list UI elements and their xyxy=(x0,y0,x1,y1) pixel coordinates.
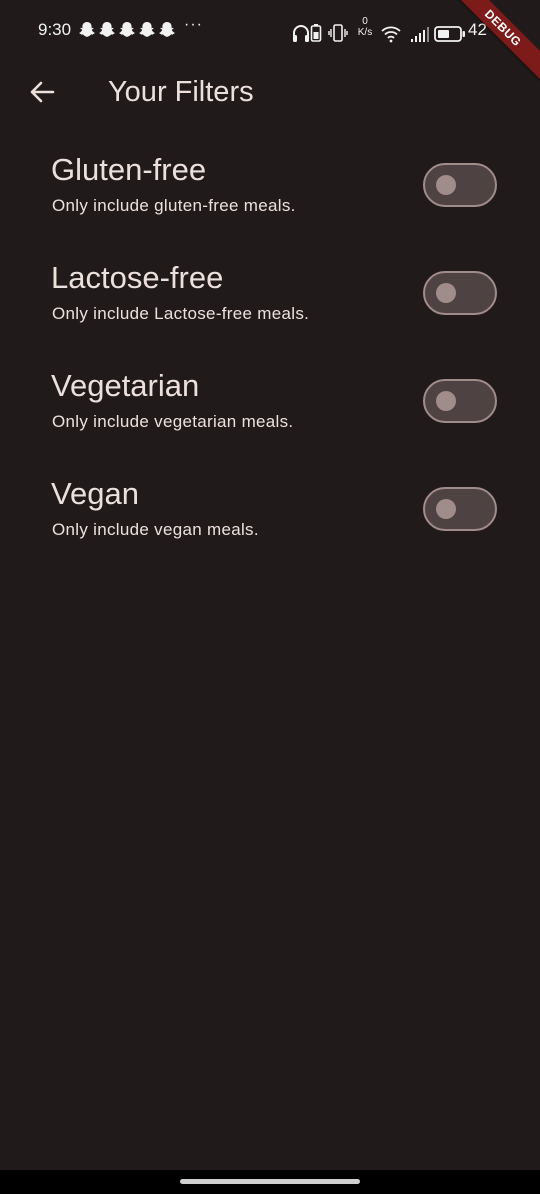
network-speed-unit: K/s xyxy=(357,27,373,38)
system-nav-bar xyxy=(0,1170,540,1194)
switch-thumb xyxy=(436,391,456,411)
arrow-back-icon xyxy=(30,81,55,103)
filter-vegetarian[interactable]: Vegetarian Only include vegetarian meals… xyxy=(0,356,540,464)
filter-title: Gluten-free xyxy=(51,152,207,187)
battery-icon xyxy=(434,26,465,42)
filter-vegan[interactable]: Vegan Only include vegan meals. xyxy=(0,464,540,572)
snapchat-icon xyxy=(159,22,175,37)
filter-gluten-free[interactable]: Gluten-free Only include gluten-free mea… xyxy=(0,140,540,248)
more-notifications-indicator: ··· xyxy=(184,16,203,33)
snapchat-icon xyxy=(139,22,155,37)
snapchat-icon xyxy=(99,22,115,37)
switch-thumb xyxy=(436,499,456,519)
switch-thumb xyxy=(436,175,456,195)
app-bar: Your Filters xyxy=(0,62,540,122)
filter-title: Lactose-free xyxy=(51,260,224,295)
gluten-free-switch[interactable] xyxy=(423,163,497,207)
home-indicator[interactable] xyxy=(180,1179,360,1184)
vibrate-icon xyxy=(328,24,348,42)
filter-subtitle: Only include gluten-free meals. xyxy=(52,196,296,215)
switch-thumb xyxy=(436,283,456,303)
status-bar: 9:30 ··· 0 K/s 42 xyxy=(0,0,540,62)
snapchat-icon xyxy=(119,22,135,37)
back-button[interactable] xyxy=(20,70,64,114)
wifi-icon xyxy=(381,26,401,43)
filter-subtitle: Only include vegan meals. xyxy=(52,520,259,539)
filter-subtitle: Only include vegetarian meals. xyxy=(52,412,294,431)
filter-lactose-free[interactable]: Lactose-free Only include Lactose-free m… xyxy=(0,248,540,356)
lactose-free-switch[interactable] xyxy=(423,271,497,315)
filter-subtitle: Only include Lactose-free meals. xyxy=(52,304,310,323)
snapchat-icon xyxy=(79,22,95,37)
vegan-switch[interactable] xyxy=(423,487,497,531)
notification-icons xyxy=(79,21,175,38)
page-title: Your Filters xyxy=(108,76,254,108)
headset-icon xyxy=(293,25,309,42)
network-speed-value: 0 xyxy=(362,16,368,27)
signal-icon xyxy=(411,27,429,42)
vegetarian-switch[interactable] xyxy=(423,379,497,423)
filter-title: Vegetarian xyxy=(51,368,200,403)
filter-list: Gluten-free Only include gluten-free mea… xyxy=(0,140,540,572)
network-speed: 0 K/s xyxy=(354,16,376,38)
status-time: 9:30 xyxy=(38,20,72,39)
battery-saver-icon xyxy=(310,24,322,42)
filter-title: Vegan xyxy=(51,476,139,511)
